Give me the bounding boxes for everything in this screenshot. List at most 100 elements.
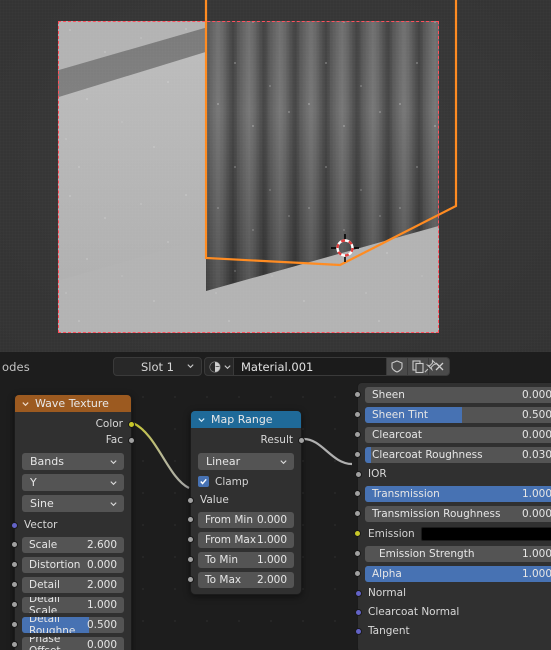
chevron-down-icon: [224, 365, 231, 370]
field-phase-offset[interactable]: Phase Offset 0.000: [22, 636, 124, 650]
field-label: Distortion: [29, 558, 81, 571]
socket-normal-input[interactable]: [355, 590, 362, 597]
clamp-checkbox[interactable]: [198, 476, 209, 487]
field-from-max[interactable]: From Max 1.000: [198, 531, 294, 548]
socket-clearcoat-normal-input[interactable]: [355, 609, 362, 616]
socket-to-min-input[interactable]: [187, 556, 194, 563]
color-swatch-emission[interactable]: [420, 526, 551, 541]
socket-alpha-input[interactable]: [354, 570, 361, 577]
node-map-range[interactable]: Map Range Result Linear Clamp Value From…: [187, 410, 305, 595]
socket-clearcoat-roughness-input[interactable]: [354, 451, 361, 458]
field-row-clearcoat[interactable]: Clearcoat 0.000: [354, 426, 551, 443]
socket-label: Normal: [368, 587, 406, 599]
wave-type-dropdown[interactable]: Bands: [22, 453, 124, 470]
chevron-down-icon[interactable]: [197, 415, 206, 424]
field-row-alpha[interactable]: Alpha 1.000: [354, 565, 551, 582]
bands-direction-dropdown[interactable]: Y: [22, 474, 124, 491]
pin-id-button[interactable]: [420, 357, 440, 376]
field-distortion[interactable]: Distortion 0.000: [22, 556, 124, 573]
socket-transmission-roughness-input[interactable]: [354, 510, 361, 517]
socket-sheen-tint-input[interactable]: [354, 411, 361, 418]
material-browse-button[interactable]: [204, 357, 234, 376]
field-row-phase-offset[interactable]: Phase Offset 0.000: [11, 636, 124, 650]
socket-row-color[interactable]: Color: [15, 416, 135, 432]
socket-row-value[interactable]: Value: [187, 492, 301, 508]
socket-value-input[interactable]: [187, 497, 194, 504]
field-row-detail[interactable]: Detail 2.000: [11, 576, 124, 593]
interpolation-dropdown[interactable]: Linear: [198, 453, 294, 470]
field-row-sheen[interactable]: Sheen 0.000: [354, 386, 551, 403]
field-sheen-tint[interactable]: Sheen Tint 0.500: [365, 406, 551, 423]
socket-transmission-input[interactable]: [354, 490, 361, 497]
field-row-sheen-tint[interactable]: Sheen Tint 0.500: [354, 406, 551, 423]
field-detail-scale[interactable]: Detail Scale 1.000: [22, 596, 124, 613]
socket-ior-input[interactable]: [355, 471, 362, 478]
socket-color-output[interactable]: [128, 421, 135, 428]
material-slot-dropdown[interactable]: Slot 1: [113, 357, 202, 376]
chevron-down-icon[interactable]: [21, 399, 30, 408]
field-emission-strength[interactable]: Emission Strength 1.000: [365, 545, 551, 562]
field-detail[interactable]: Detail 2.000: [22, 576, 124, 593]
socket-clearcoat-input[interactable]: [354, 431, 361, 438]
socket-vector-input[interactable]: [11, 522, 18, 529]
field-row-emission[interactable]: Emission: [354, 525, 551, 542]
3d-viewport[interactable]: [0, 0, 551, 352]
socket-sheen-input[interactable]: [354, 391, 361, 398]
field-to-max[interactable]: To Max 2.000: [198, 571, 294, 588]
field-row-scale[interactable]: Scale 2.600: [11, 536, 124, 553]
socket-to-max-input[interactable]: [187, 576, 194, 583]
socket-phase-offset-input[interactable]: [11, 641, 18, 648]
field-row-from-min[interactable]: From Min 0.000: [187, 511, 294, 528]
dropdown-value: Y: [30, 476, 37, 489]
node-wave-texture-header[interactable]: Wave Texture: [15, 395, 131, 412]
socket-scale-input[interactable]: [11, 541, 18, 548]
field-row-transmission[interactable]: Transmission 1.000: [354, 485, 551, 502]
socket-row-vector[interactable]: Vector: [11, 517, 131, 533]
socket-row-result[interactable]: Result: [191, 432, 305, 448]
field-from-min[interactable]: From Min 0.000: [198, 511, 294, 528]
node-principled-bsdf[interactable]: Sheen 0.000 Sheen Tint 0.500 Clearcoat 0.000 C…: [354, 382, 551, 650]
field-row-clearcoat-roughness[interactable]: Clearcoat Roughness 0.030: [354, 446, 551, 463]
socket-from-min-input[interactable]: [187, 516, 194, 523]
field-row-to-max[interactable]: To Max 2.000: [187, 571, 294, 588]
clamp-checkbox-row[interactable]: Clamp: [198, 474, 294, 489]
field-clearcoat-roughness[interactable]: Clearcoat Roughness 0.030: [365, 446, 551, 463]
shader-node-editor-canvas[interactable]: Wave Texture Color Fac Bands Y Sine Vect…: [0, 382, 551, 650]
socket-emission-input[interactable]: [354, 530, 361, 537]
socket-distortion-input[interactable]: [11, 561, 18, 568]
field-alpha[interactable]: Alpha 1.000: [365, 565, 551, 582]
socket-detail-roughness-input[interactable]: [11, 621, 18, 628]
socket-fac-output[interactable]: [128, 437, 135, 444]
field-detail-roughness[interactable]: Detail Roughne 0.500: [22, 616, 124, 633]
socket-tangent-input[interactable]: [355, 628, 362, 635]
field-row-distortion[interactable]: Distortion 0.000: [11, 556, 124, 573]
field-to-min[interactable]: To Min 1.000: [198, 551, 294, 568]
field-label: To Max: [205, 573, 242, 586]
field-row-from-max[interactable]: From Max 1.000: [187, 531, 294, 548]
socket-emission-strength-input[interactable]: [354, 550, 361, 557]
field-row-to-min[interactable]: To Min 1.000: [187, 551, 294, 568]
fake-user-button[interactable]: [387, 357, 408, 376]
socket-row-clearcoat-normal[interactable]: Clearcoat Normal: [355, 604, 551, 620]
field-clearcoat[interactable]: Clearcoat 0.000: [365, 426, 551, 443]
field-sheen[interactable]: Sheen 0.000: [365, 386, 551, 403]
material-name-field[interactable]: Material.001: [234, 357, 387, 376]
socket-row-tangent[interactable]: Tangent: [355, 623, 551, 639]
field-row-detail-roughness[interactable]: Detail Roughne 0.500: [11, 616, 124, 633]
socket-from-max-input[interactable]: [187, 536, 194, 543]
field-transmission-roughness[interactable]: Transmission Roughness 0.000: [365, 505, 551, 522]
field-row-detail-scale[interactable]: Detail Scale 1.000: [11, 596, 124, 613]
socket-detail-input[interactable]: [11, 581, 18, 588]
socket-row-fac[interactable]: Fac: [15, 432, 135, 448]
wave-profile-dropdown[interactable]: Sine: [22, 495, 124, 512]
socket-row-normal[interactable]: Normal: [355, 585, 551, 601]
field-row-transmission-roughness[interactable]: Transmission Roughness 0.000: [354, 505, 551, 522]
field-row-emission-strength[interactable]: Emission Strength 1.000: [354, 545, 551, 562]
field-scale[interactable]: Scale 2.600: [22, 536, 124, 553]
socket-row-ior[interactable]: IOR: [355, 466, 551, 482]
socket-detail-scale-input[interactable]: [11, 601, 18, 608]
socket-result-output[interactable]: [298, 437, 305, 444]
field-transmission[interactable]: Transmission 1.000: [365, 485, 551, 502]
node-wave-texture[interactable]: Wave Texture Color Fac Bands Y Sine Vect…: [11, 394, 135, 650]
node-map-range-header[interactable]: Map Range: [191, 411, 301, 428]
